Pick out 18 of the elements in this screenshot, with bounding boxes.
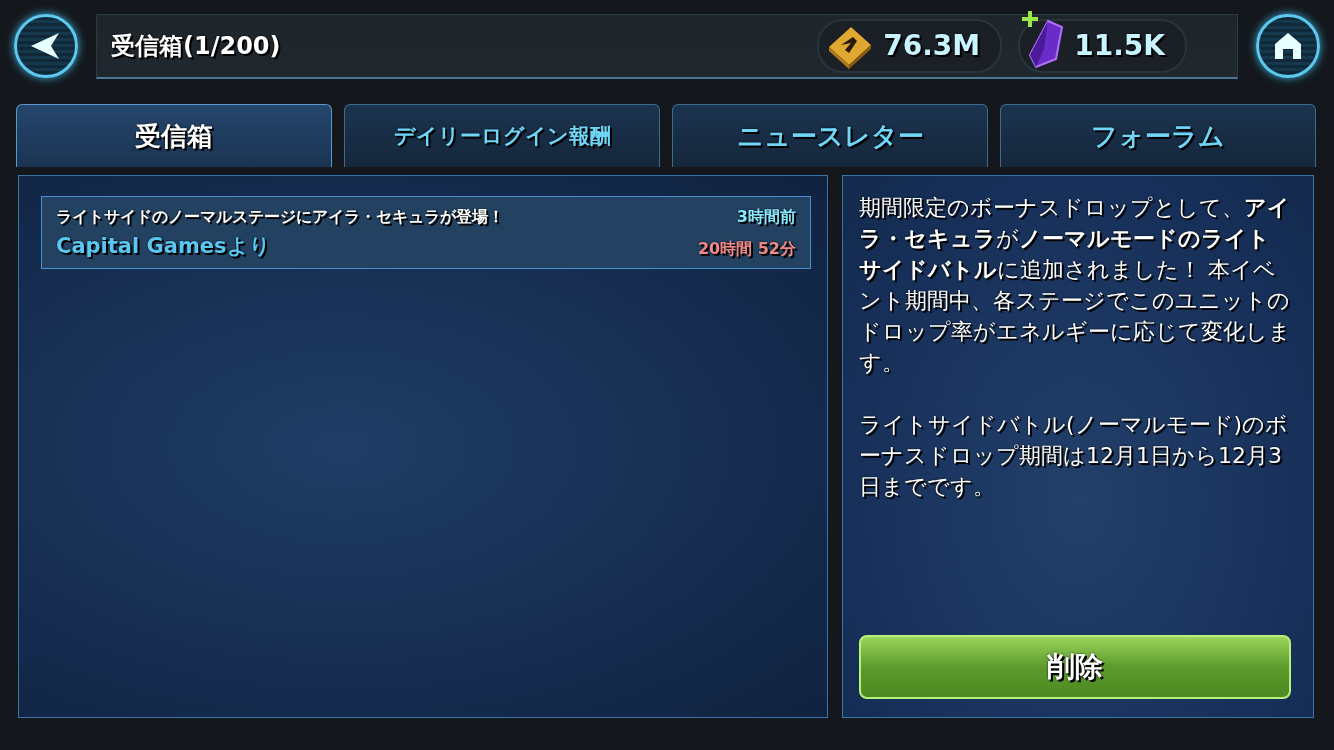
tab[interactable]: デイリーログイン報酬 — [344, 104, 660, 167]
back-button[interactable] — [14, 14, 78, 78]
tab[interactable]: ニュースレター — [672, 104, 988, 167]
message-body: ライトサイドバトル(ノーマルモード)のボーナスドロップ期間は12月1日から12月3日までです。 — [859, 411, 1290, 501]
expiry-time: 20時間 52分 — [697, 239, 796, 260]
tab[interactable]: フォーラム — [1000, 104, 1316, 167]
screen-title: 受信箱(1/200) — [111, 30, 281, 62]
currency-amount: 11.5K — [1074, 29, 1165, 62]
plus-icon[interactable] — [1022, 10, 1039, 27]
home-button[interactable] — [1256, 14, 1320, 78]
home-icon — [1273, 31, 1303, 61]
message-body: 期間限定のボーナスドロップとして、アイラ・セキュラがノーマルモードのライトサイドバトルに追加されました！ 本イベント期間中、各ステージでこのユニットのドロップ率がエネルギーに応じて変化します。 — [859, 194, 1291, 377]
message-age: 3時間前 — [735, 207, 796, 228]
message-subject: ライトサイドのノーマルステージにアイラ・セキュラが登場！ — [56, 207, 505, 228]
message-sender: Capital Gamesより — [56, 233, 272, 260]
message-item[interactable]: ライトサイドのノーマルステージにアイラ・セキュラが登場！ 3時間前 Capital Gamesより 20時間 52分 — [41, 196, 811, 269]
tab[interactable]: 受信箱 — [16, 104, 332, 167]
currency-amount: 76.3M — [883, 29, 981, 62]
